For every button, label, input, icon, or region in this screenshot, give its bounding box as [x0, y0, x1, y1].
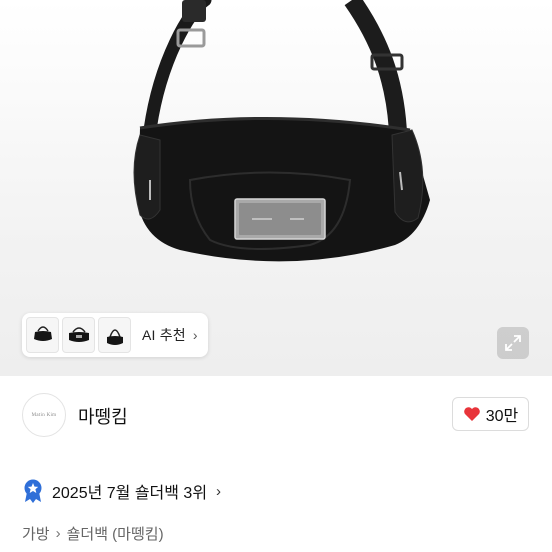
product-image-area[interactable]: AI 추천 › — [0, 0, 552, 376]
bag-thumbnail-icon — [68, 327, 89, 342]
bag-thumbnail-icon — [106, 329, 123, 345]
breadcrumb-separator-icon: › — [55, 524, 61, 542]
chevron-right-icon: › — [192, 327, 198, 343]
like-count: 30만 — [485, 408, 519, 425]
bag-thumb-3[interactable] — [98, 317, 131, 353]
breadcrumb: 가방 › 숄더백 (마뗑킴) — [22, 522, 164, 544]
ai-recommend-strip[interactable]: AI 추천 › — [22, 313, 208, 357]
seller-row: Matin Kim 마뗑킴 30만 — [0, 376, 552, 456]
chevron-right-icon: › — [216, 482, 222, 500]
bag-thumbnail-icon — [33, 326, 52, 341]
avatar-logo-text: Matin Kim — [31, 412, 57, 418]
bag-thumb-2[interactable] — [62, 317, 95, 353]
ranking-badge-icon — [24, 479, 42, 503]
expand-icon — [505, 335, 521, 351]
ranking-text: 2025년 7월 숄더백 3위 — [52, 485, 208, 502]
like-button[interactable]: 30만 — [452, 397, 529, 431]
expand-button[interactable] — [497, 327, 529, 359]
breadcrumb-item-subcategory[interactable]: 숄더백 (마뗑킴) — [67, 523, 164, 544]
seller-avatar[interactable]: Matin Kim — [22, 393, 66, 437]
ranking-row[interactable]: 2025년 7월 숄더백 3위 › — [22, 478, 221, 504]
breadcrumb-item-category[interactable]: 가방 — [22, 523, 50, 544]
seller-name[interactable]: 마뗑킴 — [78, 403, 128, 429]
bag-thumb-1[interactable] — [26, 317, 59, 353]
heart-icon — [463, 407, 480, 421]
ai-recommend-label: AI 추천 — [142, 327, 186, 343]
